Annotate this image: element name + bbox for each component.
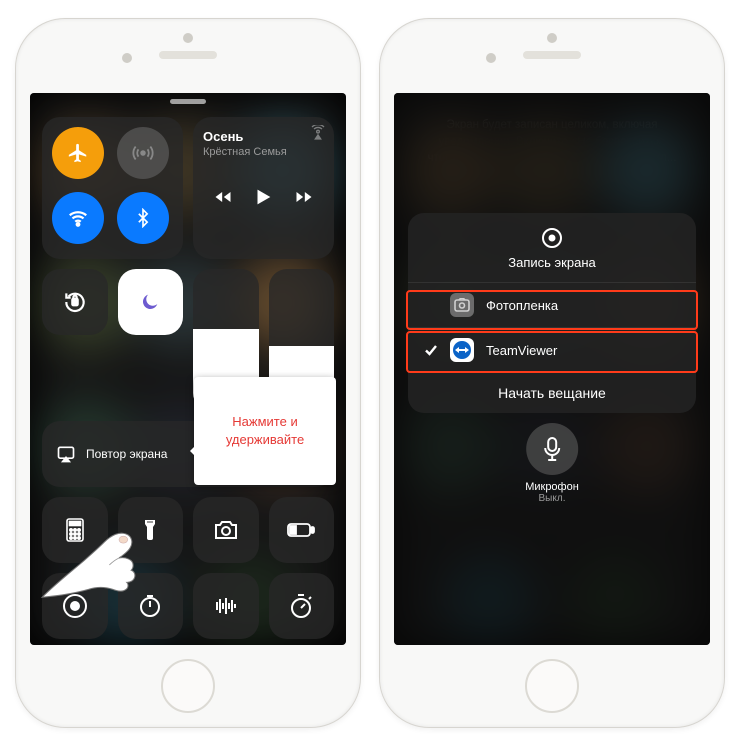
screen-left: Осень Крёстная Семья bbox=[30, 93, 346, 645]
connectivity-panel[interactable] bbox=[42, 117, 183, 259]
cellular-icon bbox=[132, 142, 154, 164]
moon-icon bbox=[139, 291, 161, 313]
airplane-icon bbox=[67, 142, 89, 164]
bluetooth-icon bbox=[133, 208, 153, 228]
rotation-lock-button[interactable] bbox=[42, 269, 108, 335]
screen-right: Экран будет записан целиком, включая уве… bbox=[394, 93, 710, 645]
earpiece-speaker bbox=[523, 51, 581, 59]
checkmark-icon bbox=[424, 343, 438, 357]
action-label: Начать вещание bbox=[498, 385, 606, 401]
rotation-lock-icon bbox=[62, 289, 88, 315]
record-icon bbox=[541, 227, 563, 249]
instruction-callout: Нажмите и удерживайте bbox=[194, 377, 336, 485]
battery-icon bbox=[287, 522, 315, 538]
media-panel[interactable]: Осень Крёстная Семья bbox=[193, 117, 334, 259]
camera-icon bbox=[213, 519, 239, 541]
microphone-label: Микрофон bbox=[525, 481, 579, 493]
proximity-sensor bbox=[183, 33, 193, 43]
microphone-icon bbox=[543, 437, 561, 461]
teamviewer-app-icon bbox=[450, 338, 474, 362]
microphone-toggle[interactable]: Микрофон Выкл. bbox=[525, 423, 579, 504]
airplane-toggle[interactable] bbox=[52, 127, 104, 179]
option-teamviewer[interactable]: TeamViewer bbox=[408, 328, 696, 373]
proximity-sensor bbox=[547, 33, 557, 43]
airplay-audio-icon bbox=[310, 125, 326, 141]
iphone-frame-right: Экран будет записан целиком, включая уве… bbox=[379, 18, 725, 728]
screen-recording-sheet: Запись экрана Фотопленка TeamViewer Нача… bbox=[408, 213, 696, 413]
camera-button[interactable] bbox=[193, 497, 259, 563]
iphone-frame-left: Осень Крёстная Семья bbox=[15, 18, 361, 728]
option-label: TeamViewer bbox=[486, 343, 557, 358]
waveform-icon bbox=[212, 596, 240, 616]
option-label: Фотопленка bbox=[486, 298, 558, 313]
cellular-toggle[interactable] bbox=[117, 127, 169, 179]
stopwatch-button[interactable] bbox=[269, 573, 335, 639]
screen-mirroring-icon bbox=[56, 444, 76, 464]
front-camera bbox=[486, 53, 496, 63]
stopwatch-icon bbox=[289, 593, 313, 619]
earpiece-speaker bbox=[159, 51, 217, 59]
sheet-title: Запись экрана bbox=[508, 255, 595, 270]
control-center-grabber[interactable] bbox=[170, 99, 206, 104]
option-photos[interactable]: Фотопленка bbox=[408, 283, 696, 328]
home-button[interactable] bbox=[161, 659, 215, 713]
sheet-header: Запись экрана bbox=[408, 213, 696, 283]
low-power-button[interactable] bbox=[269, 497, 335, 563]
front-camera bbox=[122, 53, 132, 63]
wifi-icon bbox=[67, 207, 89, 229]
do-not-disturb-button[interactable] bbox=[118, 269, 184, 335]
start-broadcast-button[interactable]: Начать вещание bbox=[408, 373, 696, 413]
home-button[interactable] bbox=[525, 659, 579, 713]
previous-icon[interactable] bbox=[213, 187, 233, 207]
screen-mirroring-label: Повтор экрана bbox=[86, 447, 167, 461]
microphone-state: Выкл. bbox=[525, 493, 579, 504]
photos-app-icon bbox=[450, 293, 474, 317]
voice-memos-button[interactable] bbox=[193, 573, 259, 639]
pointing-hand-illustration bbox=[30, 503, 180, 599]
media-subtitle: Крёстная Семья bbox=[203, 146, 324, 158]
callout-text: Нажмите и удерживайте bbox=[226, 413, 304, 448]
next-icon[interactable] bbox=[294, 187, 314, 207]
wifi-toggle[interactable] bbox=[52, 192, 104, 244]
media-title: Осень bbox=[203, 129, 324, 144]
bluetooth-toggle[interactable] bbox=[117, 192, 169, 244]
play-icon[interactable] bbox=[252, 186, 274, 208]
